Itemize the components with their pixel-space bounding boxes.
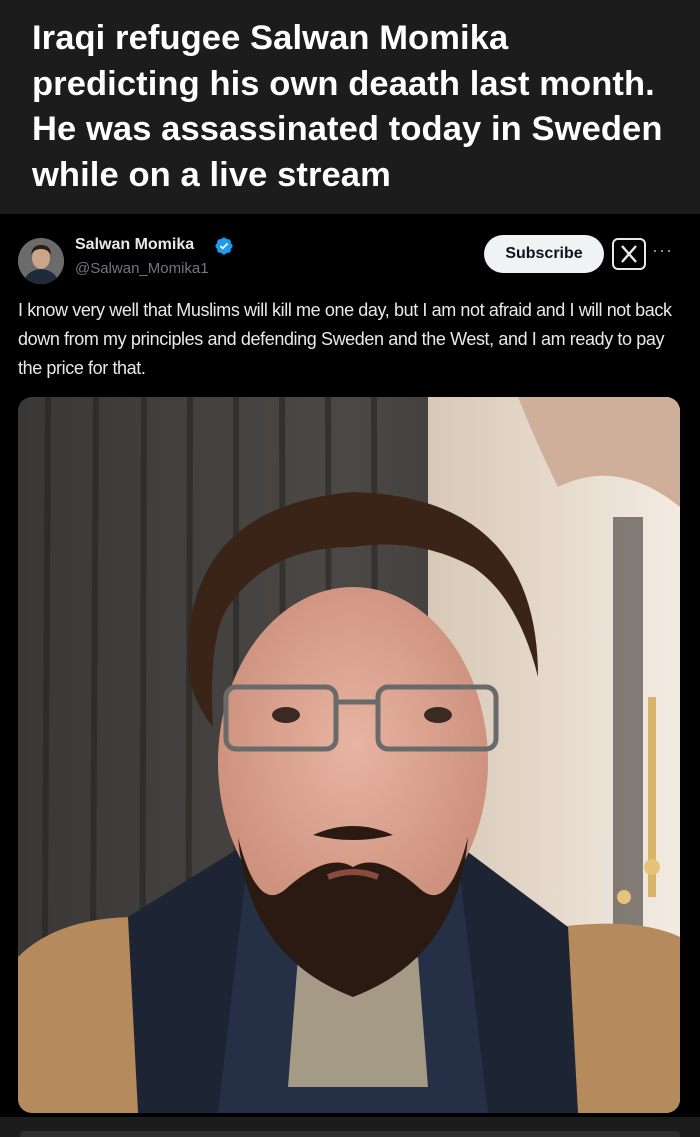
caption-text: Iraqi refugee Salwan Momika predicting h… <box>32 19 663 194</box>
author-handle[interactable]: @Salwan_Momika1 <box>75 260 209 277</box>
tweet-card: Salwan Momika @Salwan_Momika1 Subscribe … <box>0 214 700 1117</box>
post-photo[interactable] <box>18 397 680 1113</box>
avatar[interactable] <box>18 238 64 284</box>
subscribe-button[interactable]: Subscribe <box>484 235 604 273</box>
x-logo-icon[interactable] <box>612 238 646 270</box>
verified-badge-icon <box>215 237 233 255</box>
bottom-bar <box>20 1131 680 1137</box>
author-name[interactable]: Salwan Momika <box>75 236 194 254</box>
tweet-text: I know very well that Muslims will kill … <box>18 300 672 378</box>
meme-caption: Iraqi refugee Salwan Momika predicting h… <box>0 0 700 214</box>
more-options-icon[interactable]: ··· <box>652 240 673 261</box>
